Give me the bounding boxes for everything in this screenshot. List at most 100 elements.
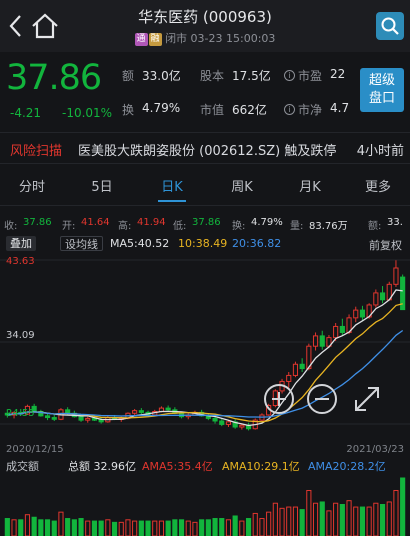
- volume-bar: [353, 506, 359, 536]
- tab-weekly-k[interactable]: 周K: [222, 176, 262, 195]
- ma-settings-button[interactable]: 设均线: [60, 236, 103, 251]
- candle: [339, 325, 345, 333]
- market-status-text: 闭市 03-23 15:00:03: [165, 32, 276, 45]
- volume-bar: [359, 506, 366, 536]
- volume-bar: [145, 520, 151, 536]
- volume-legend: 成交额 总额 32.96亿 AMA5:35.4亿 AMA10:29.1亿 AMA…: [0, 456, 410, 474]
- volume-title: 成交额: [6, 460, 39, 473]
- volume-bar: [4, 518, 10, 536]
- turn-value: 4.79%: [251, 217, 283, 228]
- vol-value: 83.76万: [309, 221, 348, 232]
- volume-bar: [71, 519, 77, 536]
- risk-scan-label: 风险扫描: [10, 144, 63, 159]
- info-icon[interactable]: i: [284, 104, 295, 115]
- high-value: 41.94: [137, 217, 166, 228]
- volume-bar: [158, 520, 165, 536]
- info-icon[interactable]: i: [284, 70, 295, 81]
- volume-bar: [306, 489, 312, 536]
- tab-more[interactable]: 更多: [358, 176, 398, 195]
- candle: [165, 407, 171, 411]
- candlestick-chart[interactable]: [0, 254, 410, 440]
- volume-bar: [125, 519, 131, 536]
- low-label: 低:: [173, 221, 187, 232]
- volume-bar: [252, 512, 258, 536]
- candle: [219, 420, 225, 425]
- ama5-value: AMA5:35.4亿: [142, 460, 213, 473]
- volume-bar: [85, 520, 91, 536]
- volume-bar: [319, 501, 325, 536]
- candle: [379, 292, 386, 301]
- volume-bar: [44, 519, 51, 536]
- super-orderbook-line1: 超级: [368, 73, 395, 88]
- market-status: 通融 闭市 03-23 15:00:03: [0, 30, 410, 46]
- tab-monthly-k[interactable]: 月K: [290, 176, 330, 195]
- end-date-label: 2021/03/23: [346, 444, 404, 455]
- candle: [132, 410, 138, 414]
- volume-bar: [379, 504, 386, 536]
- volume-bar: [346, 500, 352, 536]
- volume-bar: [38, 519, 44, 536]
- volume-bar: [24, 514, 31, 536]
- fullscreen-icon[interactable]: [350, 382, 384, 416]
- risk-scan-text: 医美股大跌朗姿股份 (002612.SZ) 触及跌停: [78, 144, 337, 159]
- volume-bar: [172, 519, 178, 536]
- candle: [373, 292, 379, 306]
- candle: [225, 421, 232, 425]
- volume-bar: [165, 520, 171, 536]
- volume-bar: [199, 519, 205, 536]
- price-change: -4.21: [10, 106, 42, 120]
- volume-bar: [111, 521, 118, 536]
- high-label: 高:: [118, 221, 132, 232]
- volume-bar: [239, 520, 245, 536]
- mktcap-value: 662亿: [232, 103, 267, 117]
- last-price: 37.86: [6, 58, 102, 98]
- pb-value: 4.7: [330, 101, 350, 115]
- search-icon: [381, 17, 399, 35]
- candle: [65, 409, 71, 414]
- top-bar: 华东医药 (000963) 通融 闭市 03-23 15:00:03: [0, 0, 410, 52]
- tab-intraday[interactable]: 分时: [12, 176, 52, 195]
- candle: [353, 309, 359, 319]
- candle: [85, 417, 91, 421]
- zoom-out-icon[interactable]: [307, 384, 337, 414]
- tab-5day[interactable]: 5日: [82, 176, 122, 195]
- open-label: 开:: [62, 221, 76, 232]
- start-date-label: 2020/12/15: [6, 444, 64, 455]
- volume-bar: [386, 501, 392, 536]
- volume-chart[interactable]: [0, 474, 410, 536]
- candle: [312, 335, 319, 347]
- candle: [212, 417, 218, 422]
- super-orderbook-button[interactable]: 超级 盘口: [360, 68, 404, 112]
- ohlc-stats: 收: 37.86 开: 41.64 高: 41.94 低: 37.86 换: 4…: [0, 214, 410, 232]
- period-tabs: 分时 5日 日K 周K 月K 更多: [0, 166, 410, 206]
- volume-bar: [152, 520, 158, 536]
- search-button[interactable]: [376, 12, 404, 40]
- ma5-value: MA5:40.52: [110, 237, 170, 250]
- amt-value: 33.: [387, 217, 403, 228]
- volume-bar: [259, 518, 265, 536]
- volume-bar: [18, 519, 24, 536]
- stock-title: 华东医药 (000963): [138, 8, 272, 26]
- volume-bar: [91, 520, 98, 536]
- connect-badge: 通: [134, 33, 148, 46]
- close-label: 收:: [4, 221, 18, 232]
- shares-label: 股本: [200, 69, 225, 83]
- overlay-button[interactable]: 叠加: [6, 236, 36, 251]
- volume-bar: [339, 504, 345, 536]
- candle: [393, 267, 399, 285]
- volume-bar: [11, 519, 17, 536]
- close-value: 37.86: [23, 217, 52, 228]
- volume-bar: [299, 509, 305, 536]
- volume-bar: [400, 477, 406, 536]
- volume-bar: [105, 519, 111, 536]
- tab-daily-k[interactable]: 日K: [152, 176, 192, 195]
- turnover-label: 换: [122, 103, 135, 117]
- candle: [98, 419, 104, 423]
- adjust-mode-button[interactable]: 前复权: [369, 237, 402, 253]
- zoom-in-icon[interactable]: [264, 384, 294, 414]
- price-low-label: 24.55: [6, 408, 35, 419]
- ma20-value: 20:36.82: [232, 237, 282, 250]
- volume-bar: [98, 520, 104, 536]
- candle: [319, 335, 325, 347]
- risk-scan-bar[interactable]: 风险扫描 医美股大跌朗姿股份 (002612.SZ) 触及跌停 4小时前: [0, 132, 410, 164]
